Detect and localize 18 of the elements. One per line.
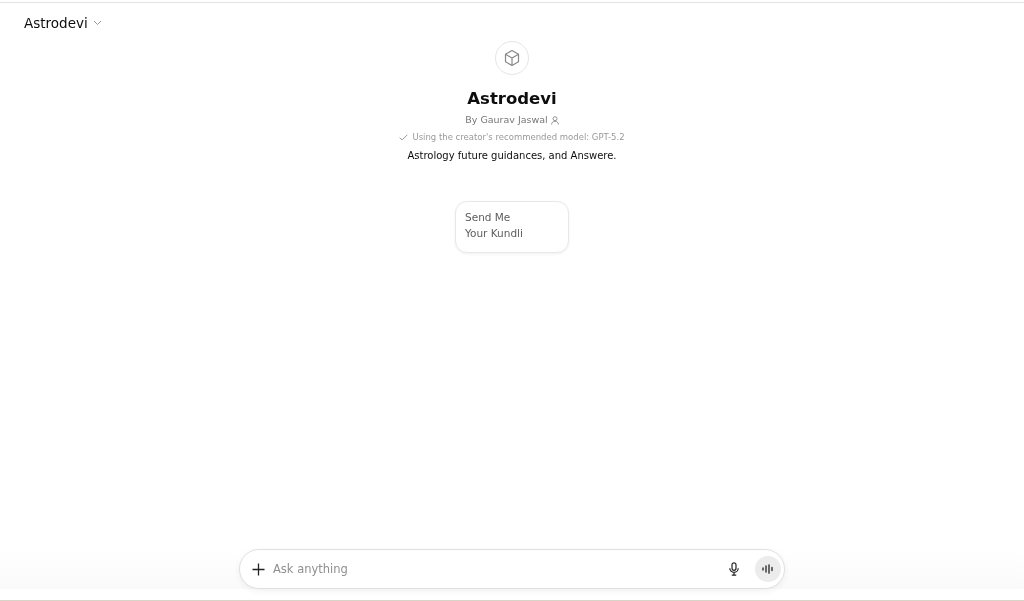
message-composer[interactable]: Ask anything xyxy=(239,549,785,589)
author-text: By Gaurav Jaswal xyxy=(465,113,548,127)
message-input-field[interactable]: Ask anything xyxy=(273,562,721,576)
cube-icon xyxy=(503,49,521,67)
plus-icon xyxy=(252,562,265,576)
sound-wave-icon xyxy=(762,564,774,574)
microphone-icon xyxy=(729,562,739,576)
check-icon xyxy=(399,133,409,141)
chevron-down-icon xyxy=(92,20,102,26)
model-note: Using the creator's recommended model: GPT-5.2 xyxy=(412,131,625,143)
voice-mode-button[interactable] xyxy=(755,556,781,582)
add-button[interactable] xyxy=(252,562,265,576)
gpt-description: Astrology future guidances, and Answere. xyxy=(407,149,617,163)
model-menu-button[interactable]: Astrodevi xyxy=(24,14,102,32)
conversation-starter[interactable]: Send Me Your Kundli xyxy=(455,201,569,253)
gpt-name: Astrodevi xyxy=(467,89,557,109)
microphone-button[interactable] xyxy=(729,562,739,576)
person-icon xyxy=(550,115,559,125)
